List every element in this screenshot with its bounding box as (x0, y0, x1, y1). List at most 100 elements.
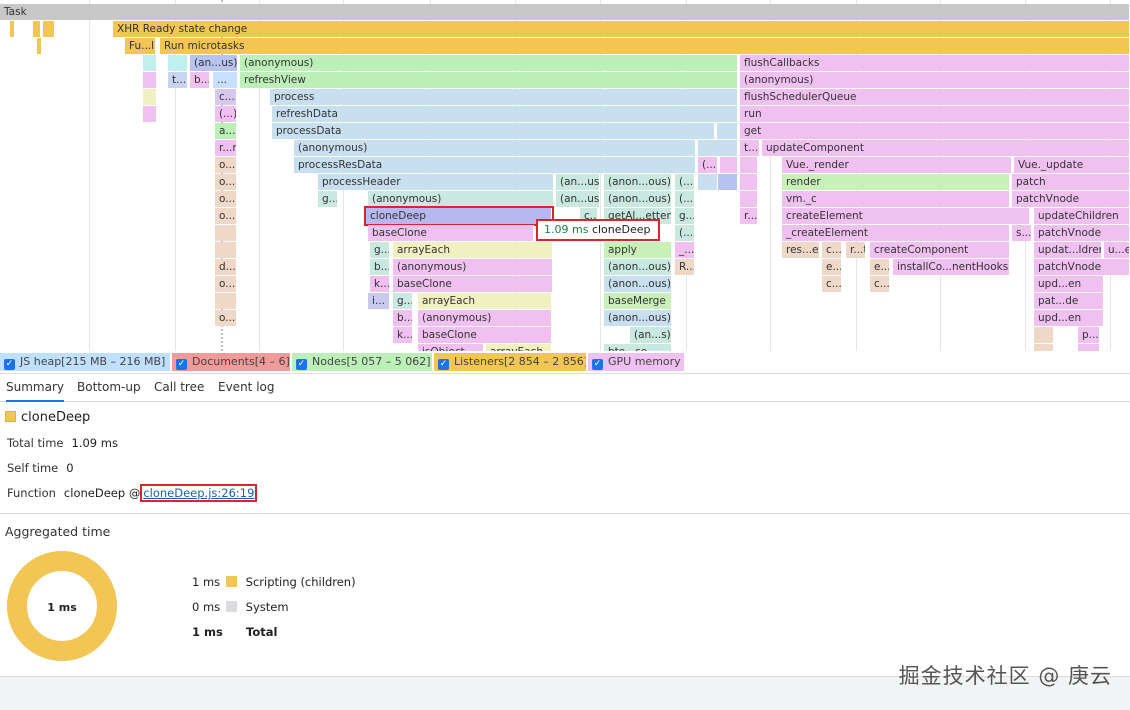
flame-block[interactable]: (anon...ous) (604, 259, 672, 275)
flame-block[interactable]: b... (370, 259, 390, 275)
flame-block[interactable]: render (782, 174, 1010, 190)
flame-block[interactable]: r...r (215, 140, 237, 156)
flame-block[interactable]: Run microtasks (160, 38, 1130, 54)
track-toggle[interactable]: ✓ Listeners[2 854 – 2 856] (434, 353, 586, 371)
flame-block[interactable] (143, 106, 157, 122)
flame-block[interactable] (718, 174, 738, 190)
track-toggle[interactable]: ✓ GPU memory (588, 353, 684, 371)
flame-block[interactable] (143, 89, 157, 105)
flame-block[interactable]: o... (215, 174, 237, 190)
flame-block[interactable]: updateComponent (762, 140, 1130, 156)
flame-block[interactable]: refreshView (240, 72, 738, 88)
flame-block[interactable] (215, 225, 237, 241)
flame-block[interactable]: installCo...nentHooks (893, 259, 1010, 275)
flame-block[interactable]: p... (1078, 327, 1100, 343)
flame-block[interactable]: d... (215, 259, 237, 275)
flame-block[interactable]: patchVnode (1012, 191, 1130, 207)
flame-block[interactable]: r...t (846, 242, 866, 258)
checkbox-icon[interactable]: ✓ (438, 359, 449, 370)
flame-block[interactable]: (anonymous) (294, 140, 696, 156)
flame-block[interactable]: (an...us) (556, 174, 600, 190)
flame-block[interactable]: g... (393, 293, 413, 309)
flame-block[interactable]: (... (698, 157, 718, 173)
flame-block[interactable]: run (740, 106, 1130, 122)
flame-block[interactable] (33, 21, 41, 37)
flame-block[interactable]: createComponent (870, 242, 1010, 258)
flame-block[interactable]: k... (370, 276, 390, 292)
flame-block[interactable]: updat...ldren (1034, 242, 1102, 258)
tab-bottom-up[interactable]: Bottom-up (77, 374, 141, 400)
flame-block[interactable]: refreshData (272, 106, 738, 122)
flame-block[interactable]: (anonymous) (240, 55, 738, 71)
flame-block[interactable]: upd...en (1034, 276, 1104, 292)
flame-block[interactable]: o... (215, 208, 237, 224)
flame-block[interactable] (698, 174, 718, 190)
flame-block[interactable]: updateChildren (1034, 208, 1130, 224)
flame-block[interactable]: patchVnode (1034, 259, 1130, 275)
tab-event-log[interactable]: Event log (218, 374, 274, 400)
flame-block[interactable]: Fu...l (125, 38, 156, 54)
flame-block[interactable]: (...) (675, 174, 695, 190)
flame-block[interactable]: processData (272, 123, 715, 139)
tab-call-tree[interactable]: Call tree (154, 374, 204, 400)
flame-block[interactable]: (anonymous) (368, 191, 554, 207)
flame-block[interactable]: (anonymous) (418, 310, 552, 326)
flame-block[interactable]: ... (213, 72, 238, 88)
flame-block[interactable]: _createElement (782, 225, 1010, 241)
flame-block[interactable]: Task (0, 4, 1130, 20)
flame-block[interactable]: baseClone (393, 276, 553, 292)
flame-block[interactable] (740, 157, 758, 173)
flame-block[interactable]: r... (740, 208, 758, 224)
checkbox-icon[interactable]: ✓ (592, 359, 603, 370)
flame-block[interactable]: s... (1012, 225, 1032, 241)
flame-block[interactable]: b... (393, 310, 413, 326)
flame-block[interactable]: get (740, 123, 1130, 139)
flame-block[interactable] (1034, 327, 1054, 343)
flame-block[interactable]: baseClone (368, 225, 534, 241)
flame-block[interactable]: b... (190, 72, 210, 88)
flame-block[interactable] (720, 157, 738, 173)
flame-block[interactable]: o... (215, 157, 237, 173)
checkbox-icon[interactable]: ✓ (4, 359, 15, 370)
flame-block[interactable]: isObject (418, 344, 484, 351)
flame-block[interactable]: (anon...ous) (604, 310, 672, 326)
flame-block[interactable] (143, 72, 157, 88)
flame-block[interactable]: upd...en (1034, 310, 1104, 326)
track-toggle[interactable]: ✓ Nodes[5 057 – 5 062] (292, 353, 432, 371)
flame-block[interactable] (740, 191, 758, 207)
flame-block[interactable] (43, 21, 55, 37)
flame-block[interactable] (717, 123, 738, 139)
flame-block[interactable]: (anon...ous) (604, 276, 672, 292)
flame-block[interactable]: _... (675, 242, 695, 258)
flame-block[interactable]: t... (168, 72, 188, 88)
flame-block[interactable]: vm._c (782, 191, 1010, 207)
flame-block[interactable]: (an...us) (190, 55, 238, 71)
flame-block[interactable]: createElement (782, 208, 1030, 224)
source-link[interactable]: cloneDeep.js:26:19 (140, 484, 258, 502)
flame-block[interactable] (1034, 344, 1054, 351)
flame-block[interactable]: e... (870, 259, 890, 275)
flame-block[interactable] (37, 38, 42, 54)
flame-block[interactable]: processResData (294, 157, 696, 173)
flame-block[interactable]: g... (318, 191, 338, 207)
flame-block[interactable]: (an...us) (556, 191, 600, 207)
flame-block[interactable]: e... (822, 259, 842, 275)
flame-block-selected[interactable]: cloneDeep (364, 206, 554, 226)
track-toggle[interactable]: ✓ Documents[4 – 6] (172, 353, 290, 371)
flame-chart[interactable]: Task XHR Ready state change Fu...l Run micr… (0, 0, 1130, 351)
flame-block[interactable]: flushCallbacks (740, 55, 1130, 71)
flame-block[interactable]: R... (675, 259, 695, 275)
flame-block[interactable]: pat...de (1034, 293, 1104, 309)
flame-block[interactable]: patch (1012, 174, 1130, 190)
flame-block[interactable]: processHeader (318, 174, 554, 190)
flame-block[interactable]: a... (215, 123, 237, 139)
flame-block[interactable]: (...) (215, 106, 237, 122)
flame-block[interactable] (1078, 344, 1100, 351)
flame-block[interactable] (143, 55, 157, 71)
checkbox-icon[interactable]: ✓ (176, 359, 187, 370)
flame-block[interactable]: c... (822, 242, 842, 258)
flame-block[interactable]: (...) (675, 225, 695, 241)
flame-block[interactable]: g... (675, 208, 695, 224)
flame-block[interactable] (215, 242, 237, 258)
flame-block[interactable]: baseMerge (604, 293, 672, 309)
